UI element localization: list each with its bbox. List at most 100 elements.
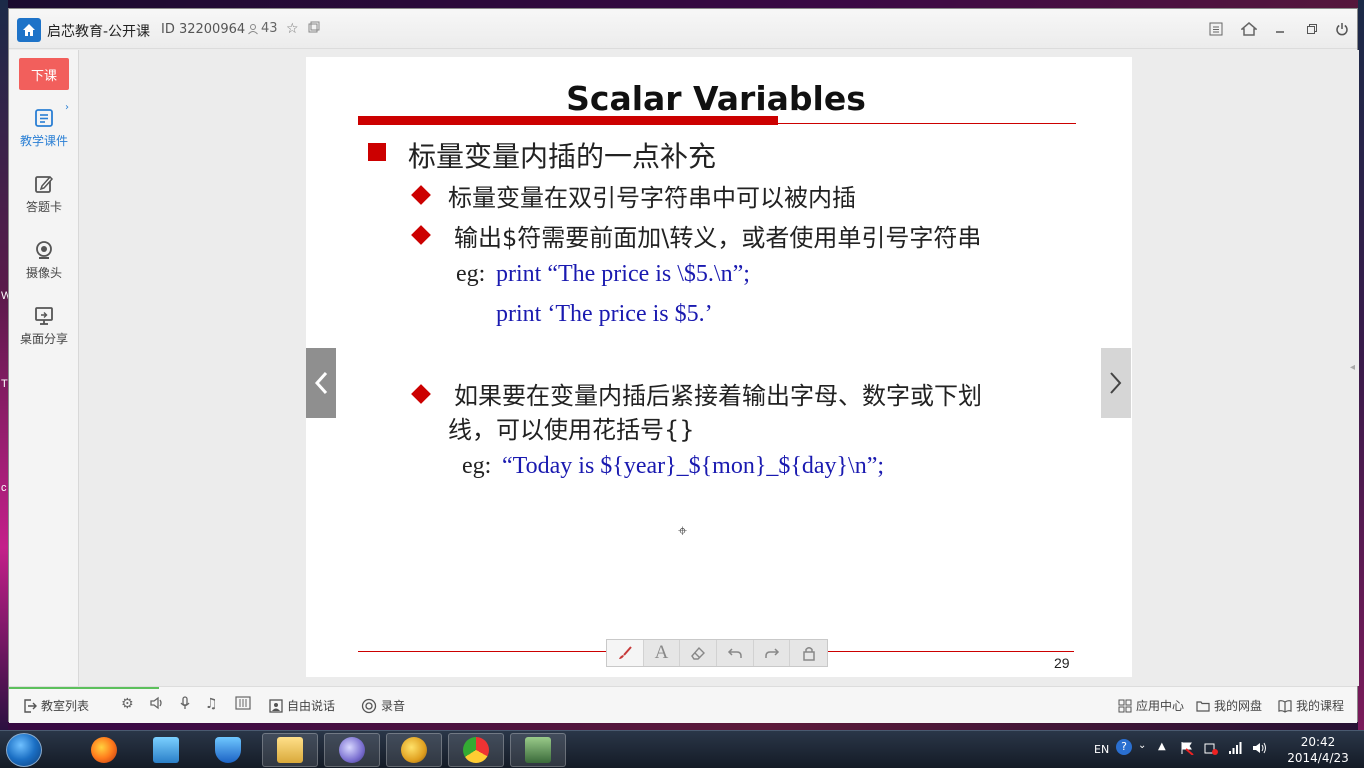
taskbar-app-recorder[interactable]	[510, 733, 566, 767]
minimize-button[interactable]	[1269, 18, 1291, 40]
answer-card-icon	[35, 175, 54, 193]
free-talk-button[interactable]: 自由说话	[269, 697, 335, 714]
desktop-edge-glyph: T	[1, 378, 8, 390]
text-icon[interactable]: A	[644, 640, 681, 666]
code-example-3: “Today is ${year}_${mon}_${day}\n”;	[502, 453, 885, 479]
chevron-left-icon	[314, 371, 328, 395]
room-list-button[interactable]: 教室列表	[23, 697, 89, 714]
collapse-panel-icon[interactable]: ◂	[1350, 362, 1355, 373]
taskbar-app-chrome[interactable]	[448, 733, 504, 767]
previous-slide-button[interactable]	[306, 348, 336, 418]
redo-icon[interactable]	[754, 640, 791, 666]
camera-icon	[36, 240, 52, 259]
user-count-value: 43	[261, 21, 278, 36]
chrome-icon	[463, 737, 489, 763]
equalizer-icon[interactable]	[235, 696, 251, 714]
computer-icon	[153, 737, 179, 763]
brush-icon[interactable]	[607, 640, 644, 666]
grid-icon	[1118, 699, 1132, 712]
presentation-stage: Scalar Variables 标量变量内插的一点补充 标量变量在双引号字符串…	[80, 50, 1359, 686]
windows-taskbar: EN ? ⌄ ▲ 20:42 2014/4/23	[0, 730, 1364, 768]
app-center-label: 应用中心	[1136, 699, 1185, 713]
taskbar-app-explorer[interactable]	[262, 733, 318, 767]
user-icon	[248, 23, 258, 34]
my-course-button[interactable]: 我的课程	[1278, 697, 1344, 714]
start-button[interactable]	[6, 733, 42, 767]
power-close-button[interactable]	[1331, 18, 1353, 40]
title-bar[interactable]: 启芯教育-公开课 ID 32200964 43 ☆	[9, 9, 1357, 49]
volume-icon[interactable]	[1252, 741, 1268, 758]
signal-icon[interactable]	[1228, 741, 1242, 758]
app-title: 启芯教育-公开课	[47, 24, 151, 40]
diamond-bullet-icon	[411, 384, 431, 404]
my-disk-button[interactable]: 我的网盘	[1196, 697, 1262, 714]
sidebar-item-screen-share[interactable]: 桌面分享	[9, 298, 79, 354]
star-icon[interactable]: ☆	[286, 21, 299, 37]
classroom-window: 启芯教育-公开课 ID 32200964 43 ☆ 下课 教学课件 › 答题卡 …	[8, 8, 1359, 723]
home-icon[interactable]	[1238, 18, 1260, 40]
free-talk-icon	[269, 698, 283, 713]
system-clock[interactable]: 20:42 2014/4/23	[1280, 734, 1356, 766]
bullet-point-3-line-1: 如果要在变量内插后紧接着输出字母、数字或下划	[454, 382, 982, 410]
sidebar-item-label: 摄像头	[25, 265, 62, 280]
room-list-label: 教室列表	[41, 699, 90, 713]
taskbar-app-security[interactable]	[200, 733, 256, 767]
desktop-edge-glyph: c	[1, 482, 7, 494]
settings-icon[interactable]: ⚙	[121, 696, 134, 712]
my-disk-label: 我的网盘	[1214, 699, 1263, 713]
chevron-right-icon	[1110, 372, 1122, 394]
folder-icon	[1196, 700, 1210, 712]
end-class-button[interactable]: 下课	[19, 58, 69, 90]
firefox-icon	[91, 737, 117, 763]
flag-icon[interactable]	[1180, 741, 1194, 758]
taskbar-app-editor[interactable]	[324, 733, 380, 767]
speaker-icon[interactable]	[149, 696, 165, 714]
microphone-icon[interactable]	[179, 696, 191, 714]
show-hidden-icons[interactable]: ▲	[1158, 741, 1166, 752]
example-label: eg:	[456, 261, 486, 287]
recorder-icon	[525, 737, 551, 763]
tray-settings-icon[interactable]: ⌄	[1138, 740, 1146, 751]
taskbar-app-computer[interactable]	[138, 733, 194, 767]
bottom-toolbar: 教室列表 ⚙ ♫ 自由说话 录音 应用中心 我的网盘 我的课程	[9, 686, 1357, 723]
network-status-icon[interactable]	[1204, 741, 1218, 758]
clock-date: 2014/4/23	[1287, 751, 1349, 765]
slide: Scalar Variables 标量变量内插的一点补充 标量变量在双引号字符串…	[306, 57, 1132, 677]
language-indicator[interactable]: EN	[1094, 743, 1109, 756]
free-talk-label: 自由说话	[287, 699, 336, 713]
record-icon	[361, 698, 377, 713]
left-sidebar: 下课 教学课件 › 答题卡 摄像头 桌面分享	[9, 50, 79, 686]
eraser-icon[interactable]	[680, 640, 718, 666]
shield-icon	[215, 737, 241, 763]
app-logo-icon	[17, 18, 41, 42]
bullet-point-1: 标量变量在双引号字符串中可以被内插	[448, 184, 856, 212]
sidebar-item-answer-card[interactable]: 答题卡	[9, 166, 79, 222]
cursor-icon: ⌖	[678, 521, 688, 540]
sidebar-item-label: 教学课件	[19, 133, 68, 148]
title-rule	[358, 123, 1076, 124]
bullet-point-2: 输出$符需要前面加\转义，或者使用单引号字符串	[454, 224, 982, 252]
undo-icon[interactable]	[717, 640, 754, 666]
room-id: ID 32200964	[161, 22, 246, 37]
sidebar-item-camera[interactable]: 摄像头	[9, 232, 79, 288]
drawing-toolbar: A	[606, 639, 828, 667]
desktop-background-left: W T c	[0, 0, 11, 730]
menu-list-icon[interactable]	[1205, 18, 1227, 40]
taskbar-app-firefox[interactable]	[76, 733, 132, 767]
restore-button[interactable]	[1301, 18, 1323, 40]
taskbar-app-classroom[interactable]	[386, 733, 442, 767]
square-bullet-icon	[368, 143, 386, 161]
lock-icon[interactable]	[790, 640, 827, 666]
record-button[interactable]: 录音	[361, 697, 405, 714]
app-center-button[interactable]: 应用中心	[1118, 697, 1184, 714]
user-count: 43	[247, 21, 278, 36]
courseware-icon	[35, 108, 53, 127]
help-icon[interactable]: ?	[1116, 739, 1132, 755]
progress-indicator	[9, 687, 159, 689]
chevron-right-icon: ›	[65, 102, 69, 113]
copy-icon[interactable]	[308, 21, 320, 37]
next-slide-button[interactable]	[1101, 348, 1131, 418]
diamond-bullet-icon	[411, 185, 431, 205]
folder-icon	[277, 737, 303, 763]
music-icon[interactable]: ♫	[205, 696, 218, 712]
